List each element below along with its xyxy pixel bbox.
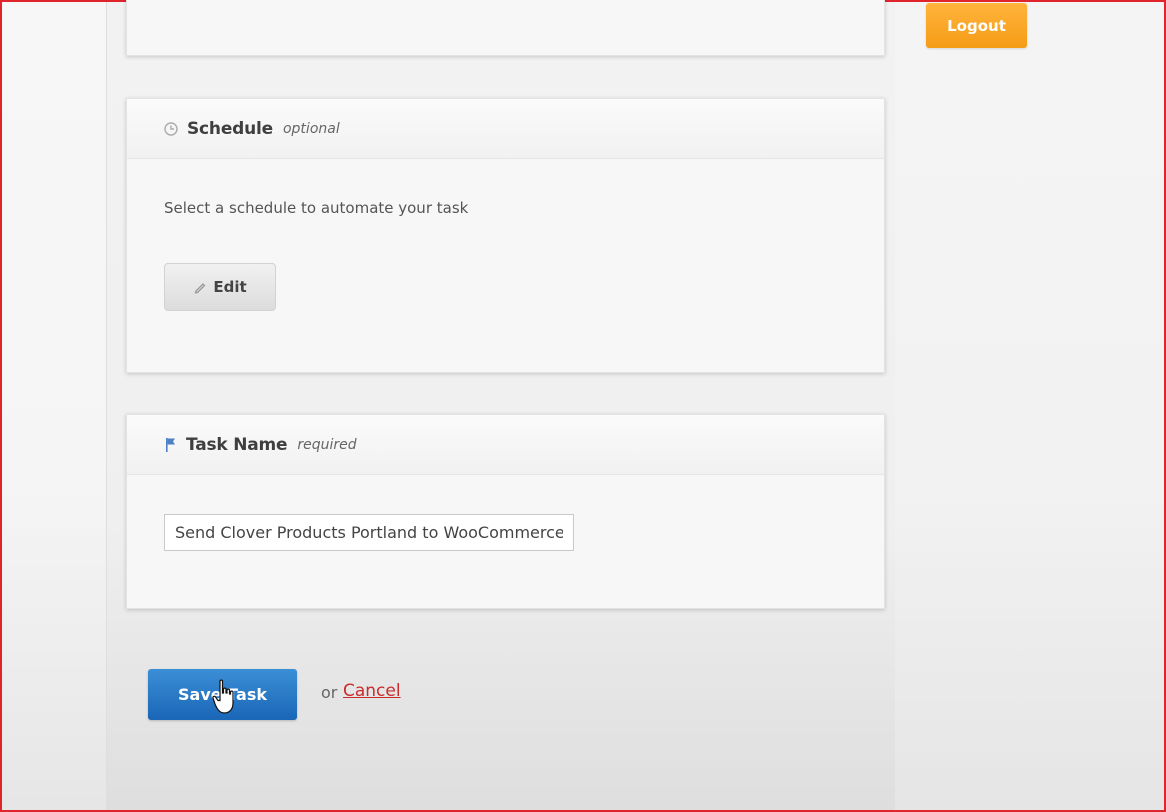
edit-schedule-button[interactable]: Edit bbox=[164, 263, 276, 311]
task-name-title: Task Name bbox=[186, 434, 288, 455]
pencil-icon bbox=[194, 283, 206, 294]
hand-cursor-icon bbox=[212, 679, 234, 714]
task-name-panel: Task Name required bbox=[126, 414, 885, 609]
schedule-panel-header: Schedule optional bbox=[127, 99, 884, 159]
left-rail bbox=[2, 2, 107, 810]
task-name-panel-header: Task Name required bbox=[127, 415, 884, 475]
flag-icon bbox=[166, 437, 175, 452]
schedule-panel: Schedule optional Select a schedule to a… bbox=[126, 98, 885, 373]
task-name-subtitle: required bbox=[297, 436, 357, 453]
schedule-subtitle: optional bbox=[282, 120, 340, 137]
right-sidebar bbox=[895, 2, 1164, 810]
previous-panel-stub bbox=[126, 0, 885, 56]
or-text: or bbox=[321, 683, 338, 702]
cancel-link[interactable]: Cancel bbox=[343, 681, 401, 701]
schedule-description: Select a schedule to automate your task bbox=[164, 199, 469, 217]
edit-button-label: Edit bbox=[213, 278, 247, 296]
schedule-title: Schedule bbox=[187, 118, 273, 139]
logout-button[interactable]: Logout bbox=[926, 3, 1027, 48]
task-name-input[interactable] bbox=[164, 514, 574, 551]
clock-icon bbox=[164, 121, 178, 136]
